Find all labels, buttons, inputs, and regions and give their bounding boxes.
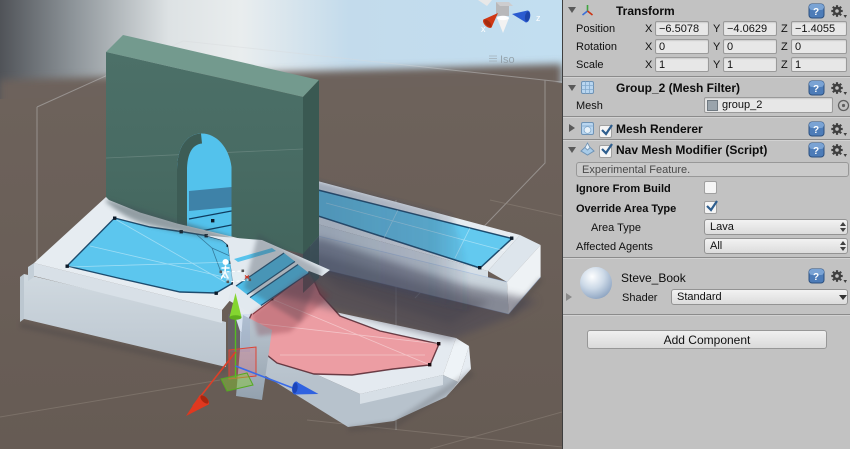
- svg-text:z: z: [536, 13, 541, 23]
- svg-text:x: x: [481, 24, 486, 34]
- svg-text:?: ?: [813, 84, 819, 95]
- svg-text:?: ?: [813, 272, 819, 283]
- svg-text:?: ?: [813, 146, 819, 157]
- svg-text:Iso: Iso: [500, 54, 515, 66]
- svg-text:?: ?: [813, 125, 819, 136]
- svg-text:?: ?: [813, 7, 819, 18]
